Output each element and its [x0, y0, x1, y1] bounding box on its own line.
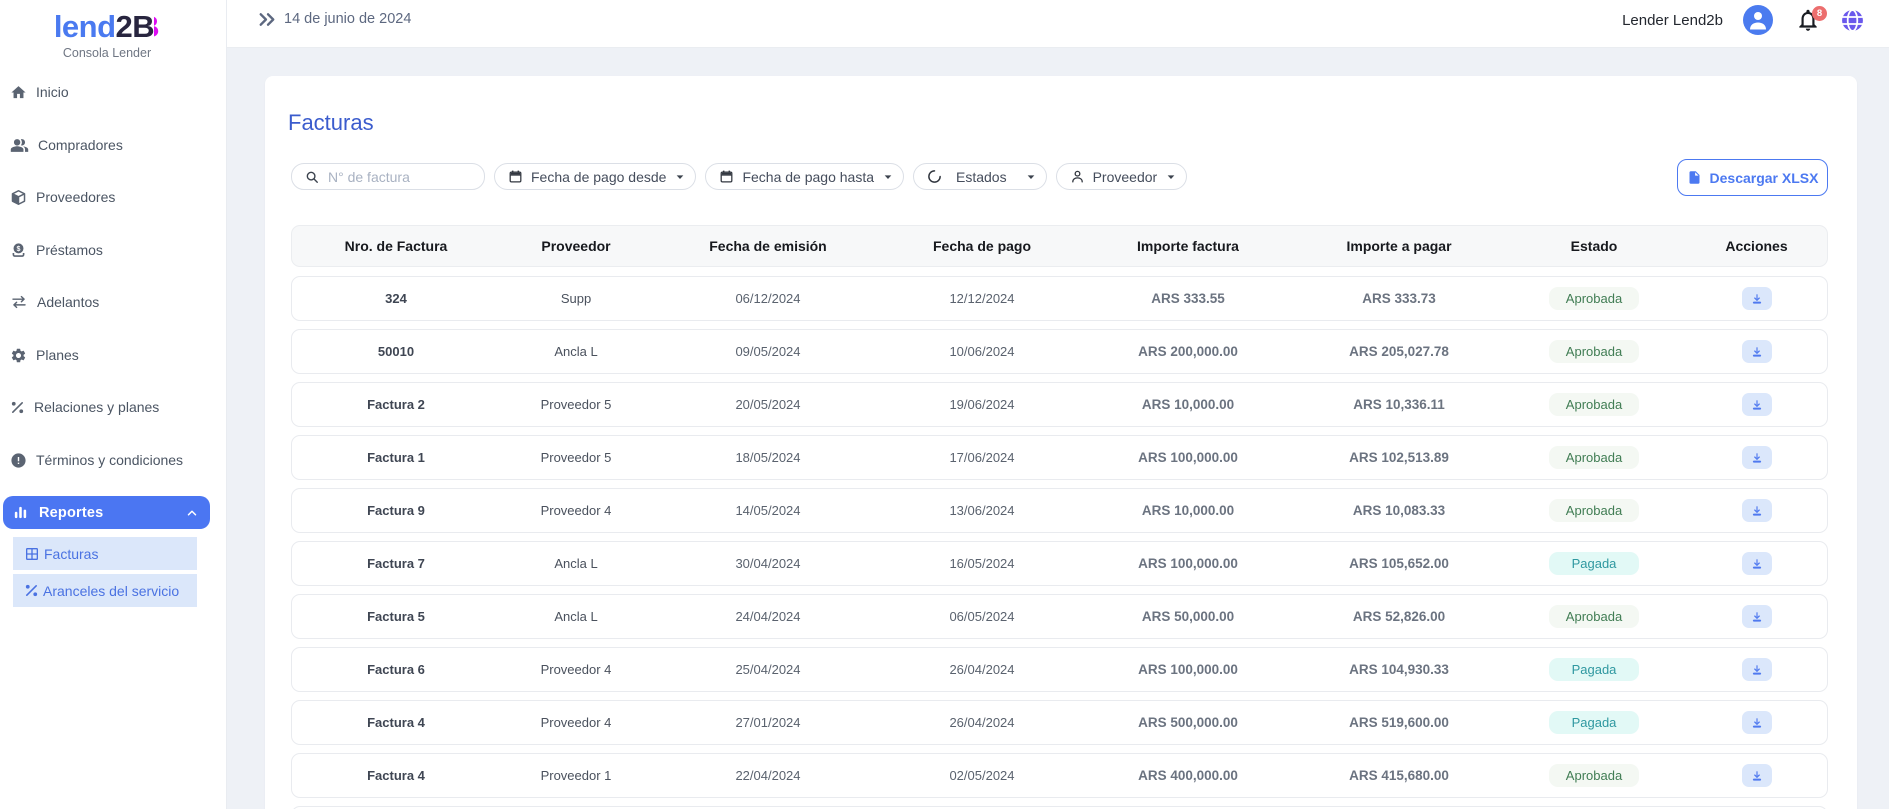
- svg-text:$: $: [17, 244, 21, 252]
